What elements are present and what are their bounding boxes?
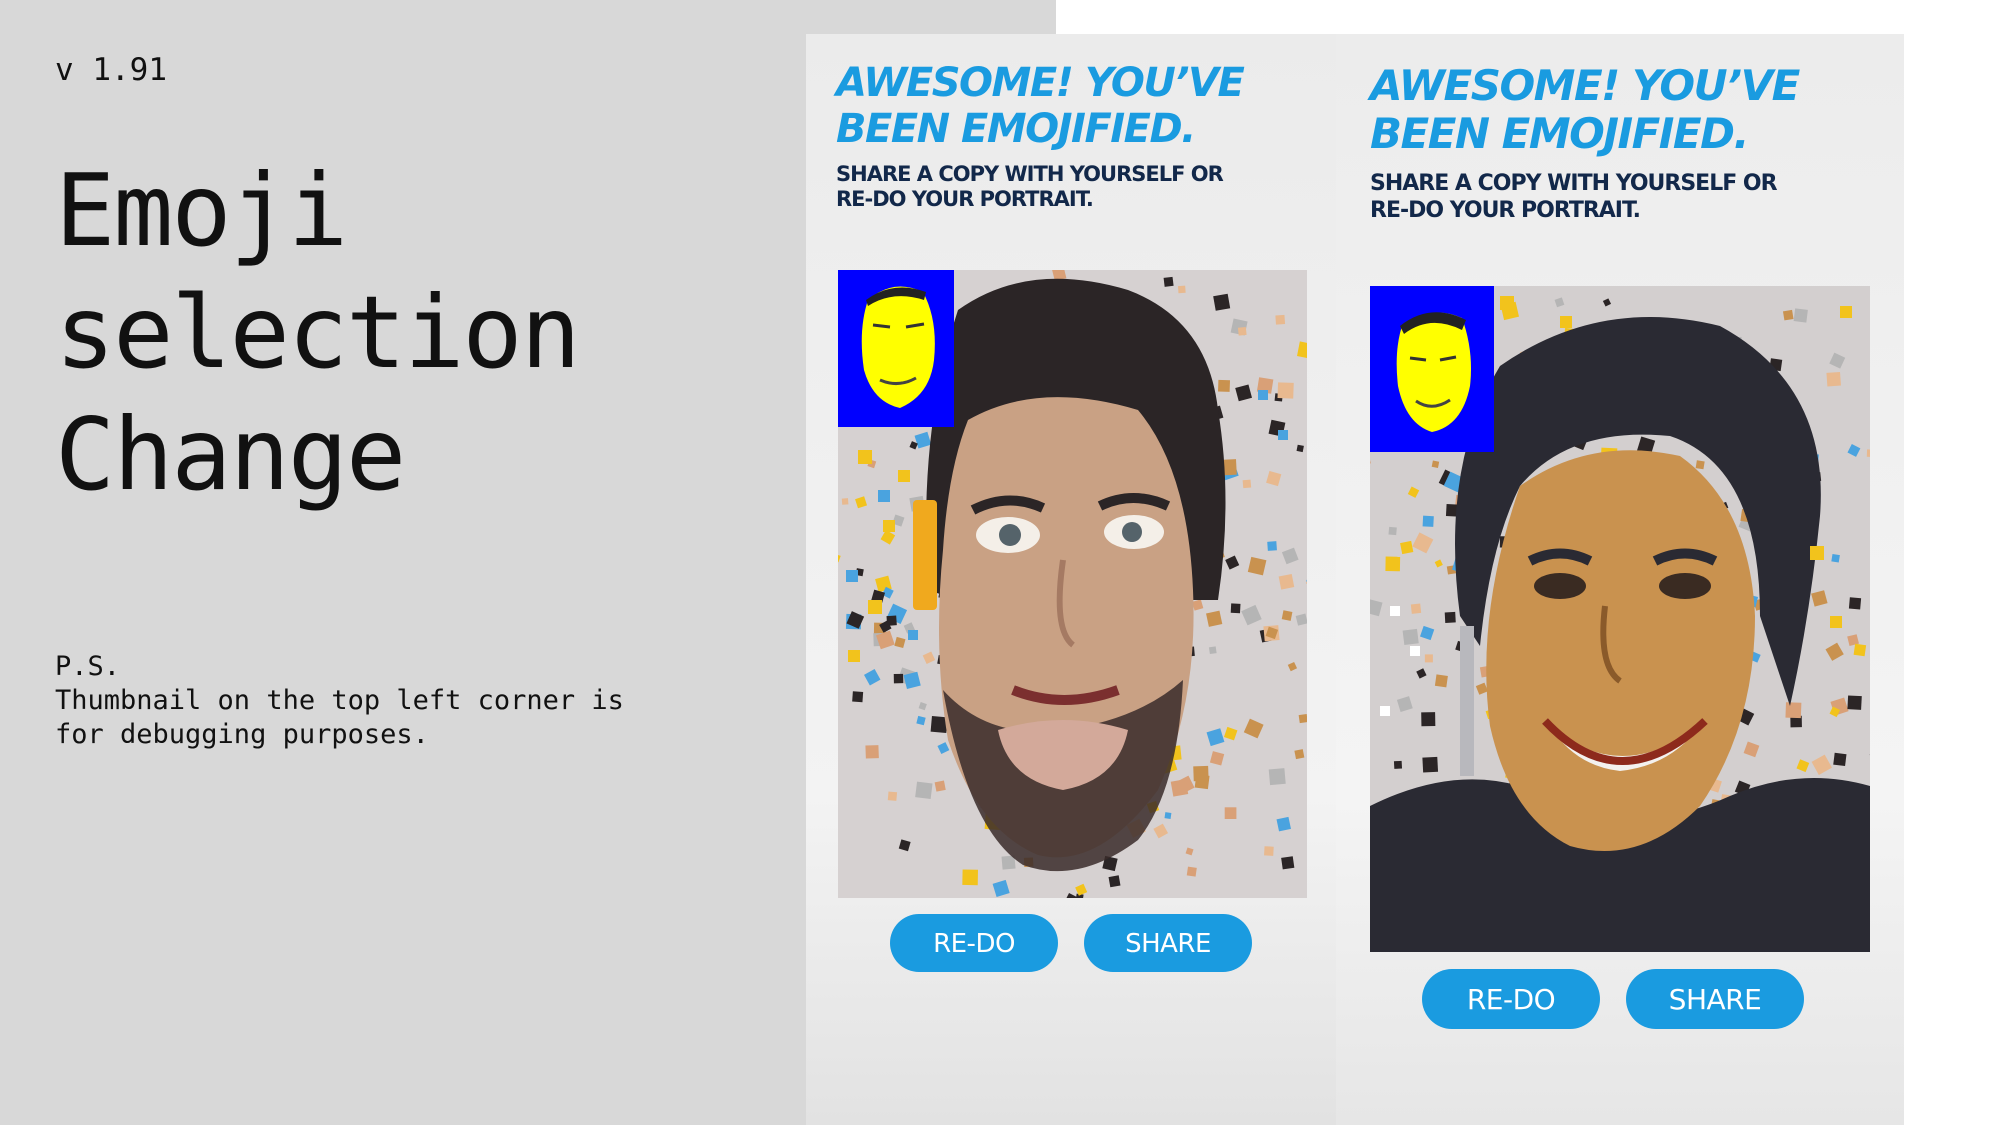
mosaic-tile <box>1833 752 1847 767</box>
mosaic-tile <box>1281 856 1295 870</box>
mosaic-tile <box>1422 756 1439 773</box>
mosaic-tile <box>887 791 898 801</box>
mosaic-tile <box>893 673 904 684</box>
result-headline: AWESOME! YOU’VE BEEN EMOJIFIED. <box>836 60 1276 152</box>
mosaic-tile <box>852 691 864 703</box>
debug-thumbnail <box>1370 286 1494 452</box>
mosaic-tile <box>1213 293 1231 311</box>
mosaic-tile <box>1848 597 1862 610</box>
headline-line: BEEN EMOJIFIED. <box>1370 109 1749 158</box>
title-line: selection <box>55 274 581 391</box>
mosaic-tile <box>1264 846 1274 856</box>
headline-line: BEEN EMOJIFIED. <box>836 106 1196 152</box>
mosaic-tile <box>1402 628 1419 645</box>
mosaic-tile <box>1281 610 1293 621</box>
mosaic-tile <box>1296 444 1304 453</box>
mosaic-tile <box>1267 541 1277 551</box>
emoji-mosaic-portrait <box>838 270 1307 898</box>
mosaic-tile <box>1268 768 1286 786</box>
mosaic-tile <box>1230 603 1241 614</box>
mosaic-tile <box>1224 807 1237 819</box>
version-label: v 1.91 <box>55 52 167 88</box>
mosaic-tile <box>1410 603 1422 614</box>
mosaic-tile <box>1298 713 1307 724</box>
mosaic-tile <box>841 498 849 505</box>
mosaic-tile <box>962 869 978 886</box>
mosaic-tile <box>1444 611 1456 623</box>
note-line: P.S. <box>55 651 121 682</box>
mosaic-tile <box>1275 314 1286 325</box>
page-title: Emoji selection Change <box>55 150 655 516</box>
note-line: for debugging purposes. <box>55 719 429 750</box>
subline-line: RE-DO YOUR PORTRAIT. <box>836 187 1094 211</box>
mosaic-tile <box>1242 479 1252 489</box>
mosaic-tile <box>1422 515 1434 527</box>
redo-button[interactable]: RE-DO <box>890 914 1058 972</box>
title-line: Emoji <box>55 152 348 269</box>
debug-note: P.S. Thumbnail on the top left corner is… <box>55 650 695 752</box>
result-headline: AWESOME! YOU’VE BEEN EMOJIFIED. <box>1370 62 1830 158</box>
result-subline: SHARE A COPY WITH YOURSELF OR RE-DO YOUR… <box>836 162 1296 212</box>
result-screen-1: AWESOME! YOU’VE BEEN EMOJIFIED. SHARE A … <box>806 34 1339 1125</box>
mosaic-tile <box>1695 460 1705 470</box>
mosaic-tile <box>1388 526 1397 536</box>
mosaic-tile <box>1385 556 1401 572</box>
mosaic-tile <box>1208 646 1217 655</box>
share-button[interactable]: SHARE <box>1626 969 1804 1029</box>
mosaic-tile <box>1177 285 1186 294</box>
mosaic-tile <box>1847 695 1862 710</box>
mosaic-tile <box>1278 573 1295 590</box>
mosaic-tile <box>915 781 933 800</box>
result-screen-2: AWESOME! YOU’VE BEEN EMOJIFIED. SHARE A … <box>1336 34 1904 1125</box>
mosaic-tile <box>1277 382 1294 399</box>
mosaic-tile <box>1294 749 1305 760</box>
mosaic-tile <box>1206 610 1223 627</box>
subline-line: RE-DO YOUR PORTRAIT. <box>1370 198 1641 223</box>
mosaic-tile <box>1400 540 1414 555</box>
mosaic-tile <box>1782 309 1794 321</box>
mosaic-tile <box>1393 760 1403 769</box>
note-line: Thumbnail on the top left corner is <box>55 685 624 716</box>
headline-line: AWESOME! YOU’VE <box>836 60 1245 106</box>
mosaic-tile <box>1276 816 1291 832</box>
yellow-face-thumbnail-icon <box>1370 286 1494 452</box>
mosaic-tile <box>1424 654 1433 663</box>
mosaic-tile <box>1826 371 1841 387</box>
emoji-mosaic-portrait <box>1370 286 1870 952</box>
mosaic-tile <box>1831 553 1840 563</box>
result-subline: SHARE A COPY WITH YOURSELF OR RE-DO YOUR… <box>1370 170 1850 224</box>
mosaic-tile <box>1785 702 1802 719</box>
mosaic-tile <box>1218 379 1231 392</box>
mosaic-tile <box>1194 774 1210 790</box>
mosaic-tile <box>1434 674 1448 688</box>
mosaic-tile <box>1163 276 1174 287</box>
share-button[interactable]: SHARE <box>1084 914 1252 972</box>
mosaic-tile <box>934 780 946 792</box>
mosaic-tile <box>1164 812 1172 820</box>
mosaic-tile <box>1108 875 1121 888</box>
mosaic-tile <box>1866 449 1870 457</box>
debug-thumbnail <box>838 270 954 427</box>
mosaic-tile <box>1853 643 1867 657</box>
yellow-face-thumbnail-icon <box>838 270 954 427</box>
mosaic-tile <box>1170 779 1189 797</box>
mosaic-tile <box>865 745 879 759</box>
subline-line: SHARE A COPY WITH YOURSELF OR <box>836 162 1224 186</box>
mosaic-tile <box>1186 866 1197 877</box>
mosaic-tile <box>1431 460 1440 468</box>
mosaic-tile <box>1793 308 1808 323</box>
title-line: Change <box>55 396 406 513</box>
redo-button[interactable]: RE-DO <box>1422 969 1600 1029</box>
mosaic-tile <box>1421 712 1436 727</box>
mosaic-tile <box>1237 326 1247 336</box>
headline-line: AWESOME! YOU’VE <box>1370 61 1800 110</box>
subline-line: SHARE A COPY WITH YOURSELF OR <box>1370 171 1778 196</box>
